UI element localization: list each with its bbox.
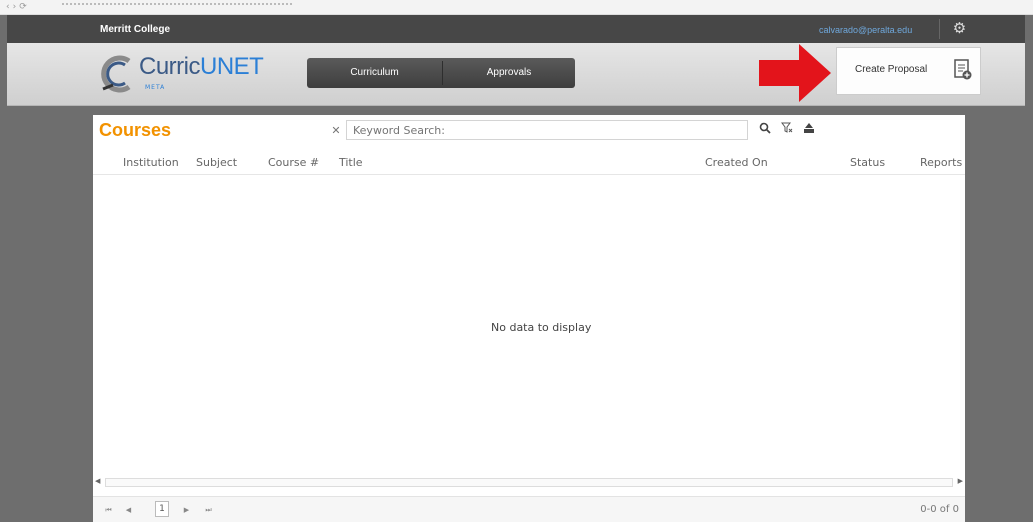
browser-chrome: ‹›⟳ xyxy=(0,0,1033,15)
column-status[interactable]: Status xyxy=(850,156,885,169)
search-icon[interactable] xyxy=(756,120,774,140)
logo-swirl-icon xyxy=(101,55,131,93)
page-title: Courses xyxy=(99,120,172,140)
scroll-right-icon[interactable]: ▶ xyxy=(958,477,963,485)
column-institution[interactable]: Institution xyxy=(123,156,179,169)
empty-message: No data to display xyxy=(491,321,592,334)
column-title[interactable]: Title xyxy=(339,156,363,169)
main-nav: Curriculum Approvals xyxy=(307,58,575,88)
gear-icon[interactable]: ⚙ xyxy=(951,20,968,37)
column-course-number[interactable]: Course # xyxy=(268,156,319,169)
horizontal-scrollbar[interactable]: ◀ ▶ xyxy=(93,477,965,489)
column-reports[interactable]: Reports xyxy=(920,156,962,169)
proposal-icon xyxy=(954,59,972,80)
user-email-link[interactable]: calvarado@peralta.edu xyxy=(819,25,912,35)
arrow-icon xyxy=(759,44,831,102)
nav-approvals[interactable]: Approvals xyxy=(443,58,575,88)
pager: ⏮ ◀ 1 ▶ ⏭ 0-0 of 0 xyxy=(93,496,965,522)
table-header: Institution Subject Course # Title Creat… xyxy=(93,150,965,175)
app-header: CurricUNET META Curriculum Approvals Cre… xyxy=(7,43,1025,106)
column-created-on[interactable]: Created On xyxy=(705,156,768,169)
address-bar xyxy=(62,3,292,11)
create-proposal-label: Create Proposal xyxy=(855,64,928,75)
logo-subtitle: META xyxy=(145,84,166,91)
create-proposal-button[interactable]: Create Proposal xyxy=(836,47,981,95)
topbar-divider xyxy=(939,19,940,39)
curricunet-logo[interactable]: CurricUNET META xyxy=(99,51,289,95)
logo-text: CurricUNET xyxy=(139,53,264,80)
scroll-left-icon[interactable]: ◀ xyxy=(95,477,100,485)
courses-panel: Courses ✕ Institution Subject Course # T… xyxy=(93,115,965,522)
college-name: Merritt College xyxy=(100,24,171,35)
top-bar: Merritt College calvarado@peralta.edu ⚙ xyxy=(7,15,1025,43)
prev-page-icon[interactable]: ◀ xyxy=(121,503,136,517)
clear-search-icon[interactable]: ✕ xyxy=(327,122,345,140)
scroll-track[interactable] xyxy=(105,478,953,487)
clear-filter-icon[interactable] xyxy=(778,120,796,140)
first-page-icon[interactable]: ⏮ xyxy=(101,503,116,517)
nav-curriculum[interactable]: Curriculum xyxy=(307,58,442,88)
page-count: 0-0 of 0 xyxy=(920,504,959,515)
next-page-icon[interactable]: ▶ xyxy=(179,503,194,517)
column-subject[interactable]: Subject xyxy=(196,156,237,169)
export-icon[interactable] xyxy=(800,120,818,140)
browser-nav-icons: ‹›⟳ xyxy=(6,2,30,12)
search-input[interactable] xyxy=(346,120,748,140)
last-page-icon[interactable]: ⏭ xyxy=(201,503,216,517)
current-page[interactable]: 1 xyxy=(155,501,169,517)
